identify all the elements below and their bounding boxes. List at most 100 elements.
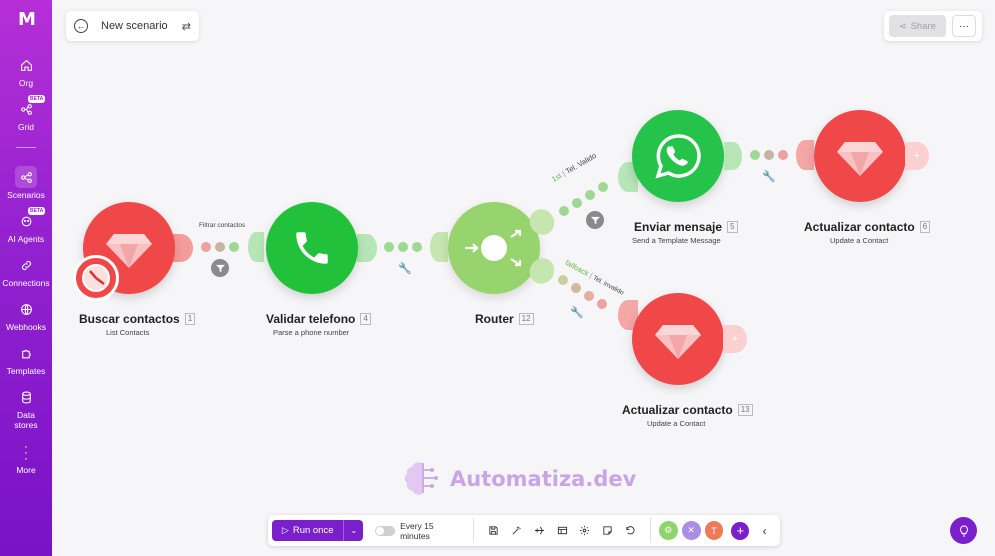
node-number: 1 [184, 313, 196, 325]
notes-icon[interactable] [551, 521, 574, 541]
save-icon[interactable] [482, 521, 505, 541]
sidebar-item-label: Connections [2, 278, 50, 288]
watermark-text: Automatiza.dev [450, 467, 637, 491]
sidebar-item-grid[interactable]: BETA Grid [0, 95, 52, 132]
gear-icon[interactable] [573, 521, 596, 541]
node-subtitle: Update a Contact [647, 419, 706, 428]
node-number: 12 [518, 313, 534, 325]
wrench-icon[interactable]: 🔧 [398, 262, 412, 275]
route-name: Tel. invalido [591, 274, 625, 297]
sidebar-item-label: More [16, 465, 36, 475]
schedule-toggle[interactable] [375, 525, 396, 536]
sidebar-item-templates[interactable]: Templates [0, 342, 52, 376]
text-parser-icon[interactable]: T [704, 521, 724, 540]
wrench-icon[interactable]: 🔧 [762, 170, 776, 183]
chevron-down-icon: ⌄ [350, 526, 358, 535]
connector-lobe[interactable] [430, 232, 448, 262]
globe-icon [15, 298, 37, 320]
sidebar-item-org[interactable]: Org [0, 54, 52, 88]
phone-icon [296, 232, 328, 264]
sidebar-item-scenarios[interactable]: Scenarios [0, 166, 52, 200]
sidebar-item-webhooks[interactable]: Webhooks [0, 298, 52, 332]
node-title-router: Router 12 [475, 312, 534, 326]
add-module-plus-icon[interactable]: + [905, 142, 929, 170]
whatsapp-icon [655, 134, 701, 179]
play-icon: ▷ [281, 525, 289, 535]
watermark: Automatiza.dev [402, 458, 636, 500]
schedule-clock-icon[interactable] [73, 255, 119, 301]
run-once-button[interactable]: ▷ Run once [272, 520, 344, 541]
route-order: fallback [563, 258, 591, 278]
more-vertical-icon: · · · [24, 439, 28, 465]
node-number: 5 [727, 221, 738, 233]
toolbar-divider [473, 518, 475, 543]
magic-wand-icon[interactable] [505, 521, 528, 541]
sidebar-item-label: Scenarios [7, 190, 45, 200]
connector-dot [559, 206, 569, 216]
route-label-1[interactable]: 1st | Tel. Valido [550, 151, 598, 184]
node-subtitle: Send a Template Message [632, 236, 721, 245]
sidebar-item-label: AI Agents [7, 234, 45, 244]
connector-dot [412, 242, 422, 252]
node-subtitle: Parse a phone number [273, 328, 350, 337]
router-module[interactable] [448, 202, 540, 294]
hubspot-logo-icon [837, 142, 883, 176]
hubspot-logo-icon [655, 325, 701, 359]
make-logo[interactable]: M [13, 9, 39, 30]
connector-lobe[interactable] [796, 140, 814, 170]
beta-badge: BETA [28, 207, 46, 215]
sidebar-item-label: Grid [17, 122, 35, 132]
sidebar-item-connections[interactable]: Connections [0, 254, 52, 288]
airplane-icon[interactable] [528, 521, 551, 541]
sidebar-item-label: Data stores [14, 410, 38, 430]
chevron-left-icon[interactable]: ‹ [753, 521, 776, 541]
run-options-dropdown[interactable]: ⌄ [343, 520, 364, 541]
sidebar-item-label: Webhooks [5, 322, 46, 332]
sidebar-item-label: Templates [6, 366, 46, 376]
node-title-actualizar-13: Actualizar contacto 13 [622, 403, 753, 417]
connector-dot [398, 242, 408, 252]
node-title-text: Router [475, 312, 514, 326]
hubspot-module-actualizar-6[interactable] [814, 110, 906, 202]
note-icon[interactable] [596, 521, 619, 541]
filter-icon[interactable] [211, 259, 229, 277]
connector-dot [201, 242, 211, 252]
connector-dot [571, 283, 581, 293]
connector-lobe[interactable] [248, 232, 264, 262]
flow-control-icon[interactable]: ✕ [681, 521, 701, 540]
database-icon [15, 386, 37, 408]
filter-icon[interactable] [586, 211, 604, 229]
node-title-text: Actualizar contacto [804, 220, 915, 234]
lightbulb-icon[interactable] [950, 517, 977, 544]
phone-module-validar[interactable] [266, 202, 358, 294]
node-number: 4 [360, 313, 371, 325]
node-title-text: Actualizar contacto [622, 403, 733, 417]
tools-icon[interactable]: ⚙ [658, 521, 678, 540]
sidebar-item-data-stores[interactable]: Data stores [0, 386, 52, 430]
connector-dot [598, 182, 608, 192]
whatsapp-module-enviar[interactable] [632, 110, 724, 202]
connector-lobe[interactable] [357, 234, 377, 262]
ai-agent-icon: BETA [15, 207, 46, 232]
node-title-text: Buscar contactos [79, 312, 180, 326]
sidebar-item-label: Org [18, 78, 34, 88]
brain-icon [404, 462, 438, 495]
home-icon [15, 54, 37, 76]
node-subtitle: List Contacts [106, 328, 150, 337]
sidebar-item-ai-agents[interactable]: BETA AI Agents [0, 207, 52, 244]
connector-lobe[interactable] [724, 142, 742, 170]
sidebar-item-more[interactable]: · · · More [0, 439, 52, 475]
hubspot-module-actualizar-13[interactable] [632, 293, 724, 385]
connector-dot [764, 150, 774, 160]
router-icon [465, 229, 522, 267]
undo-icon[interactable] [619, 521, 642, 541]
wrench-icon[interactable]: 🔧 [570, 306, 584, 319]
node-title-text: Enviar mensaje [634, 220, 723, 234]
filter-label[interactable]: Filtrar contactos [199, 222, 245, 229]
grid-icon: BETA [15, 95, 46, 120]
add-module-icon[interactable]: + [731, 521, 750, 540]
schedule-control[interactable]: Every 15 minutes [375, 521, 465, 541]
node-title-text: Validar telefono [266, 312, 356, 326]
connector-dot [597, 299, 607, 309]
add-module-plus-icon[interactable]: + [723, 325, 747, 353]
